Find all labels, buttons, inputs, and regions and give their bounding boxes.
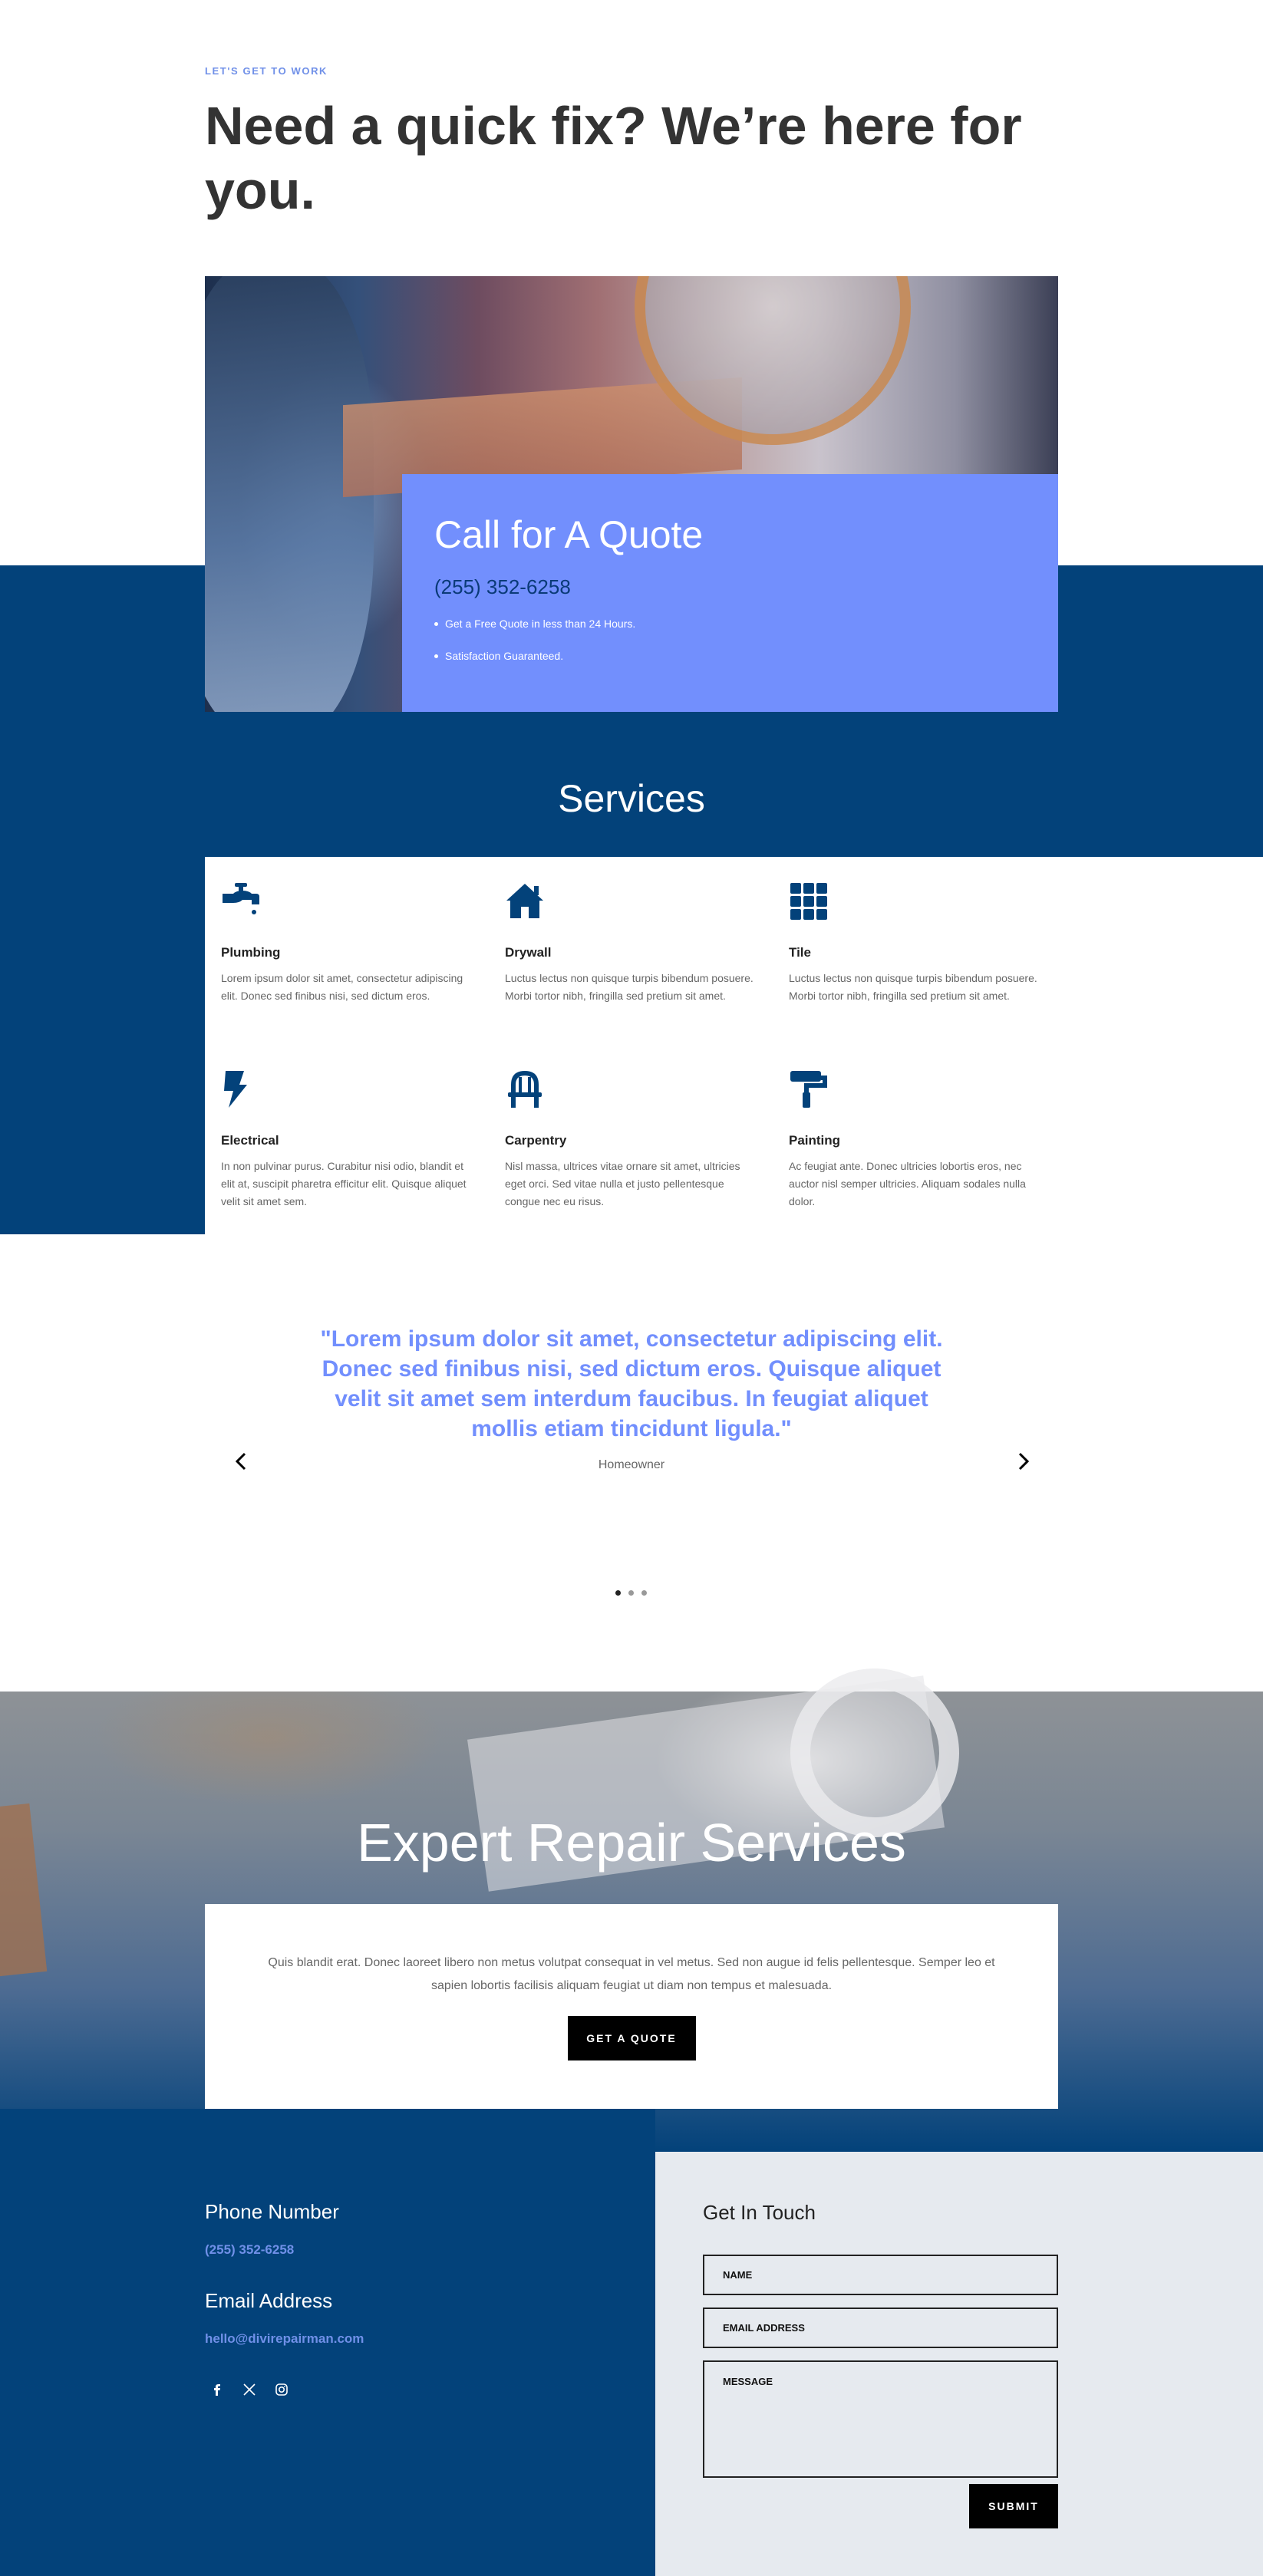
services-title: Services (558, 777, 705, 820)
slider-dot[interactable] (628, 1590, 634, 1596)
slider-dot[interactable] (615, 1590, 621, 1596)
name-field[interactable] (703, 2255, 1058, 2295)
testimonial-quote: "Lorem ipsum dolor sit amet, consectetur… (320, 1326, 943, 1441)
service-name: Plumbing (221, 945, 281, 960)
expert-title: Expert Repair Services (357, 1813, 906, 1873)
get-quote-button[interactable]: GET A QUOTE (567, 2016, 696, 2060)
quote-card: Call for A Quote (255) 352-6258 Get a Fr… (402, 474, 1058, 712)
service-name: Drywall (505, 945, 552, 960)
service-plumbing: Plumbing Lorem ipsum dolor sit amet, con… (221, 881, 474, 1005)
message-field[interactable] (703, 2360, 1058, 2478)
service-carpentry: Carpentry Nisl massa, ultrices vitae orn… (505, 1069, 758, 1211)
service-painting: Painting Ac feugiat ante. Donec ultricie… (789, 1069, 1042, 1211)
email-label: Email Address (205, 2289, 333, 2312)
chevron-right-icon[interactable] (1011, 1450, 1034, 1473)
x-icon[interactable] (241, 2381, 258, 2398)
expert-text: Quis blandit erat. Donec laoreet libero … (268, 1956, 995, 1992)
quote-card-phone[interactable]: (255) 352-6258 (434, 575, 1026, 599)
lightning-icon (224, 1071, 247, 1108)
chair-icon (508, 1071, 542, 1108)
quote-card-bullet: Satisfaction Guaranteed. (434, 650, 1026, 662)
service-text: Ac feugiat ante. Donec ultricies loborti… (789, 1160, 1026, 1207)
faucet-icon (223, 883, 259, 914)
facebook-icon[interactable] (209, 2381, 226, 2398)
testimonial-role: Homeowner (598, 1458, 665, 1471)
service-drywall: Drywall Luctus lectus non quisque turpis… (505, 881, 758, 1005)
quote-card-list: Get a Free Quote in less than 24 Hours. … (434, 618, 1026, 662)
email-field[interactable] (703, 2308, 1058, 2348)
slider-dot[interactable] (641, 1590, 647, 1596)
service-text: In non pulvinar purus. Curabitur nisi od… (221, 1160, 467, 1207)
expert-card: Quis blandit erat. Donec laoreet libero … (205, 1904, 1058, 2109)
service-text: Nisl massa, ultrices vitae ornare sit am… (505, 1160, 740, 1207)
submit-button[interactable]: SUBMIT (969, 2484, 1058, 2528)
slider-dots (614, 1590, 649, 1598)
phone-link[interactable]: (255) 352-6258 (205, 2242, 294, 2258)
email-link[interactable]: hello@divirepairman.com (205, 2331, 364, 2347)
home-icon (506, 884, 543, 918)
instagram-icon[interactable] (273, 2381, 290, 2398)
grid-icon (790, 883, 827, 920)
phone-label: Phone Number (205, 2200, 339, 2223)
service-electrical: Electrical In non pulvinar purus. Curabi… (221, 1069, 474, 1211)
service-text: Luctus lectus non quisque turpis bibendu… (505, 972, 754, 1002)
form-title: Get In Touch (703, 2201, 816, 2224)
service-tile: Tile Luctus lectus non quisque turpis bi… (789, 881, 1042, 1005)
paint-roller-icon (790, 1071, 827, 1108)
service-name: Electrical (221, 1133, 279, 1148)
page-title: Need a quick fix? We’re here for you. (205, 96, 1022, 220)
quote-card-bullet: Get a Free Quote in less than 24 Hours. (434, 618, 1026, 630)
service-name: Carpentry (505, 1133, 567, 1148)
service-text: Lorem ipsum dolor sit amet, consectetur … (221, 972, 463, 1002)
services-grid: Plumbing Lorem ipsum dolor sit amet, con… (205, 857, 1263, 1234)
service-text: Luctus lectus non quisque turpis bibendu… (789, 972, 1037, 1002)
eyebrow-label: LET'S GET TO WORK (205, 65, 328, 77)
service-name: Painting (789, 1133, 841, 1148)
service-name: Tile (789, 945, 811, 960)
quote-card-title: Call for A Quote (434, 513, 704, 556)
